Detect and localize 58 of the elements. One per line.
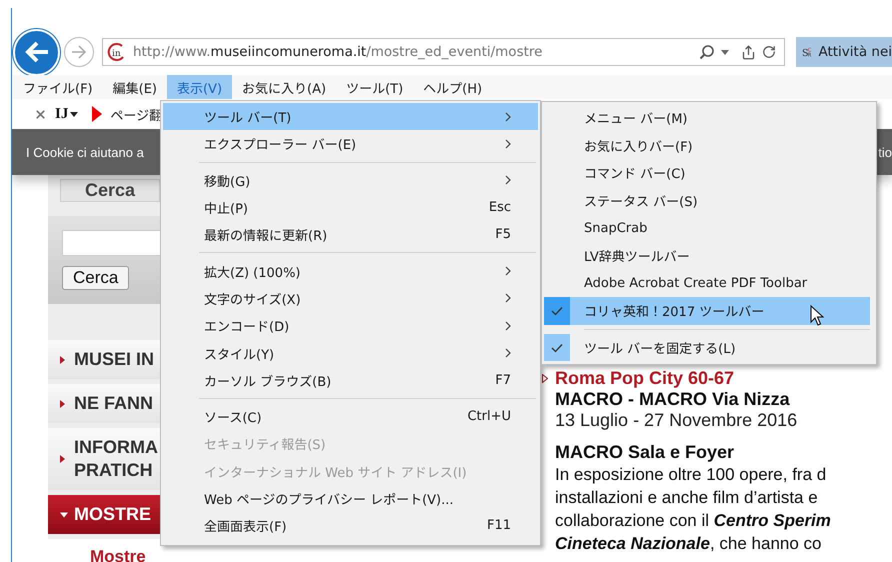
menu-item[interactable]: ツール バーを固定する(L) [544, 334, 870, 362]
play-icon[interactable] [92, 106, 102, 122]
back-button[interactable] [13, 28, 60, 76]
menu-item[interactable]: 最新の情報に更新(R) F5 [163, 221, 538, 248]
chevron-right-icon [505, 138, 511, 149]
chevron-right-icon [505, 348, 511, 358]
menu-item[interactable]: エンコード(D) [163, 312, 538, 340]
search-tab[interactable]: Cerca [60, 179, 160, 202]
dropdown-arrow-icon[interactable] [70, 112, 78, 116]
article-paragraph: In esposizione oltre 100 opere, fra d installazioni e anche film d’artista e collaborazione con il Centro Sperim Cineteca Nazionale, che hanno co [555, 464, 831, 555]
menu-item[interactable]: ステータス バー(S) [544, 186, 870, 214]
address-field[interactable]: in http://www.museiincomuneroma.it/mostre_ed_eventi/mostre [102, 38, 785, 66]
chevron-right-icon [505, 112, 511, 122]
share-icon[interactable] [741, 44, 756, 60]
article-title[interactable]: Roma Pop City 60-67 [555, 368, 734, 389]
menu-item[interactable]: お気に入りバー(F) [544, 132, 870, 160]
cookie-text: I Cookie ci aiutano a [26, 144, 144, 160]
menu-item[interactable]: 移動(G) [163, 166, 538, 194]
arrow-right-icon [70, 44, 88, 60]
refresh-icon[interactable] [762, 45, 776, 59]
menu-item[interactable]: コマンド バー(C) [544, 159, 870, 187]
menu-item[interactable]: ソース(C) Ctrl+U [163, 402, 538, 430]
menu-item[interactable]: Web ページのプライバシー レポート(V)... [163, 484, 538, 512]
chevron-right-icon [505, 266, 511, 276]
search-icon[interactable] [699, 44, 715, 60]
chevron-right-icon [505, 320, 511, 331]
menu-item[interactable]: スタイル(Y) [163, 339, 538, 367]
menu-bar-item[interactable]: ヘルプ(H) [413, 75, 492, 99]
menu-item[interactable]: LV辞典ツールバー [544, 242, 870, 270]
menu-item[interactable]: コリャ英和！2017 ツールバー [544, 297, 870, 325]
url-text: http://www.museiincomuneroma.it/mostre_ed_eventi/mostre [133, 44, 544, 60]
article-section-title: MACRO Sala e Foyer [555, 442, 736, 463]
search-button[interactable]: Cerca [62, 266, 130, 290]
menu-bar-item[interactable]: お気に入り(A) [232, 75, 336, 99]
chevron-right-icon [505, 293, 511, 304]
menu-bar-item[interactable]: ツール(T) [336, 75, 414, 99]
menu-item[interactable]: ツール バー(T) [163, 103, 538, 130]
chevron-right-icon [505, 175, 511, 186]
menu-item[interactable]: Adobe Acrobat Create PDF Toolbar [544, 270, 870, 298]
menu-item[interactable]: SnapCrab [544, 214, 870, 242]
article-dates: 13 Luglio - 27 Novembre 2016 [555, 410, 798, 431]
cookie-text: tio [878, 144, 892, 160]
extension-logo[interactable]: IJ [55, 106, 68, 122]
menu-bar-item[interactable]: ファイル(F) [13, 75, 103, 99]
menu-item[interactable]: 拡大(Z) (100%) [163, 257, 538, 285]
menu-bar-item[interactable]: 編集(E) [102, 75, 167, 99]
mouse-pointer-icon [810, 305, 824, 327]
menu-item[interactable]: 中止(P) Esc [163, 194, 538, 222]
menu-item[interactable]: 文字のサイズ(X) [163, 284, 538, 312]
menu-item[interactable]: 全画面表示(F) F11 [163, 512, 538, 540]
arrow-left-icon [24, 40, 50, 64]
close-icon[interactable] [34, 108, 47, 120]
menu-item[interactable]: カーソル ブラウズ(B) F7 [163, 366, 538, 394]
tab-title: Attività nei [818, 44, 892, 60]
menu-item[interactable]: エクスプローラー バー(E) [163, 130, 538, 158]
article-venue: MACRO - MACRO Via Nizza [555, 389, 791, 410]
menu-item[interactable]: メニュー バー(M) [544, 104, 870, 132]
triangle-bullet-icon [542, 374, 548, 383]
